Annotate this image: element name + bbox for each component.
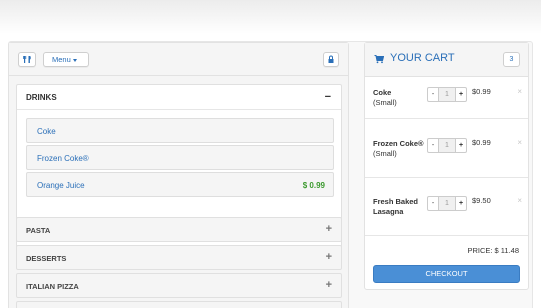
qty-increase-button[interactable]: + [455, 139, 466, 152]
cart-item: Frozen Coke® (Small) - 1 + $0.99 × [365, 119, 528, 178]
cart-item-price: $0.99 [472, 138, 491, 147]
cart-panel: YOUR CART 3 Coke (Small) - 1 + $0.99 × Fr… [364, 42, 529, 290]
qty-increase-button[interactable]: + [455, 197, 466, 210]
category-next[interactable] [16, 301, 342, 308]
cart-item-name: Fresh Baked Lasagna [373, 197, 419, 216]
qty-decrease-button[interactable]: - [428, 197, 439, 210]
cart-item-price: $9.50 [472, 196, 491, 205]
category-name: ITALIAN PIZZA [26, 282, 79, 291]
caret-down-icon [72, 58, 77, 62]
cart-item: Fresh Baked Lasagna - 1 + $9.50 × [365, 178, 528, 236]
divider [17, 109, 341, 110]
qty-value[interactable]: 1 [439, 139, 455, 152]
utensils-button[interactable] [18, 52, 36, 67]
menu-item-name: Frozen Coke® [37, 154, 89, 163]
quantity-stepper: - 1 + [427, 196, 467, 211]
qty-increase-button[interactable]: + [455, 88, 466, 101]
cart-total: PRICE: $ 11.48 [467, 246, 519, 255]
category-name: PASTA [26, 226, 51, 235]
menu-dropdown-button[interactable]: Menu [43, 52, 89, 67]
menu-item[interactable]: Orange Juice $ 0.99 [26, 172, 334, 197]
cart-item-price: $0.99 [472, 87, 491, 96]
lock-icon [328, 55, 334, 63]
category-pasta[interactable]: PASTA + [16, 217, 342, 242]
cart-header: YOUR CART 3 [365, 43, 528, 77]
cart-count-badge[interactable]: 3 [503, 52, 520, 67]
qty-value[interactable]: 1 [439, 197, 455, 210]
utensils-icon [23, 56, 31, 63]
cart-icon [374, 54, 384, 64]
menu-dropdown-label: Menu [52, 55, 71, 64]
remove-icon[interactable]: × [517, 138, 522, 147]
category-title[interactable]: DRINKS [26, 93, 57, 102]
remove-icon[interactable]: × [517, 87, 522, 96]
qty-decrease-button[interactable]: - [428, 88, 439, 101]
cart-item-name: Coke (Small) [373, 88, 397, 107]
lock-button[interactable] [323, 52, 339, 67]
menu-item-price: $ 0.99 [302, 181, 325, 190]
quantity-stepper: - 1 + [427, 138, 467, 153]
menu-panel: Menu DRINKS − Coke Frozen Coke® Orange J… [8, 42, 349, 308]
expand-icon: + [325, 223, 332, 235]
quantity-stepper: - 1 + [427, 87, 467, 102]
expand-icon: + [325, 279, 332, 291]
menu-item[interactable]: Coke [26, 118, 334, 143]
expand-icon: + [325, 251, 332, 263]
remove-icon[interactable]: × [517, 196, 522, 205]
menu-toolbar: Menu [9, 43, 348, 76]
qty-value[interactable]: 1 [439, 88, 455, 101]
menu-item[interactable]: Frozen Coke® [26, 145, 334, 170]
cart-item-name: Frozen Coke® (Small) [373, 139, 424, 158]
cart-title: YOUR CART [390, 52, 455, 64]
category-desserts[interactable]: DESSERTS + [16, 245, 342, 270]
menu-item-name: Orange Juice [37, 181, 85, 190]
menu-item-name: Coke [37, 127, 56, 136]
qty-decrease-button[interactable]: - [428, 139, 439, 152]
category-name: DESSERTS [26, 254, 67, 263]
cart-item: Coke (Small) - 1 + $0.99 × [365, 77, 528, 119]
top-shade [0, 0, 541, 34]
checkout-button[interactable]: CHECKOUT [373, 265, 520, 283]
category-italian-pizza[interactable]: ITALIAN PIZZA + [16, 273, 342, 298]
collapse-icon[interactable]: − [325, 91, 331, 103]
